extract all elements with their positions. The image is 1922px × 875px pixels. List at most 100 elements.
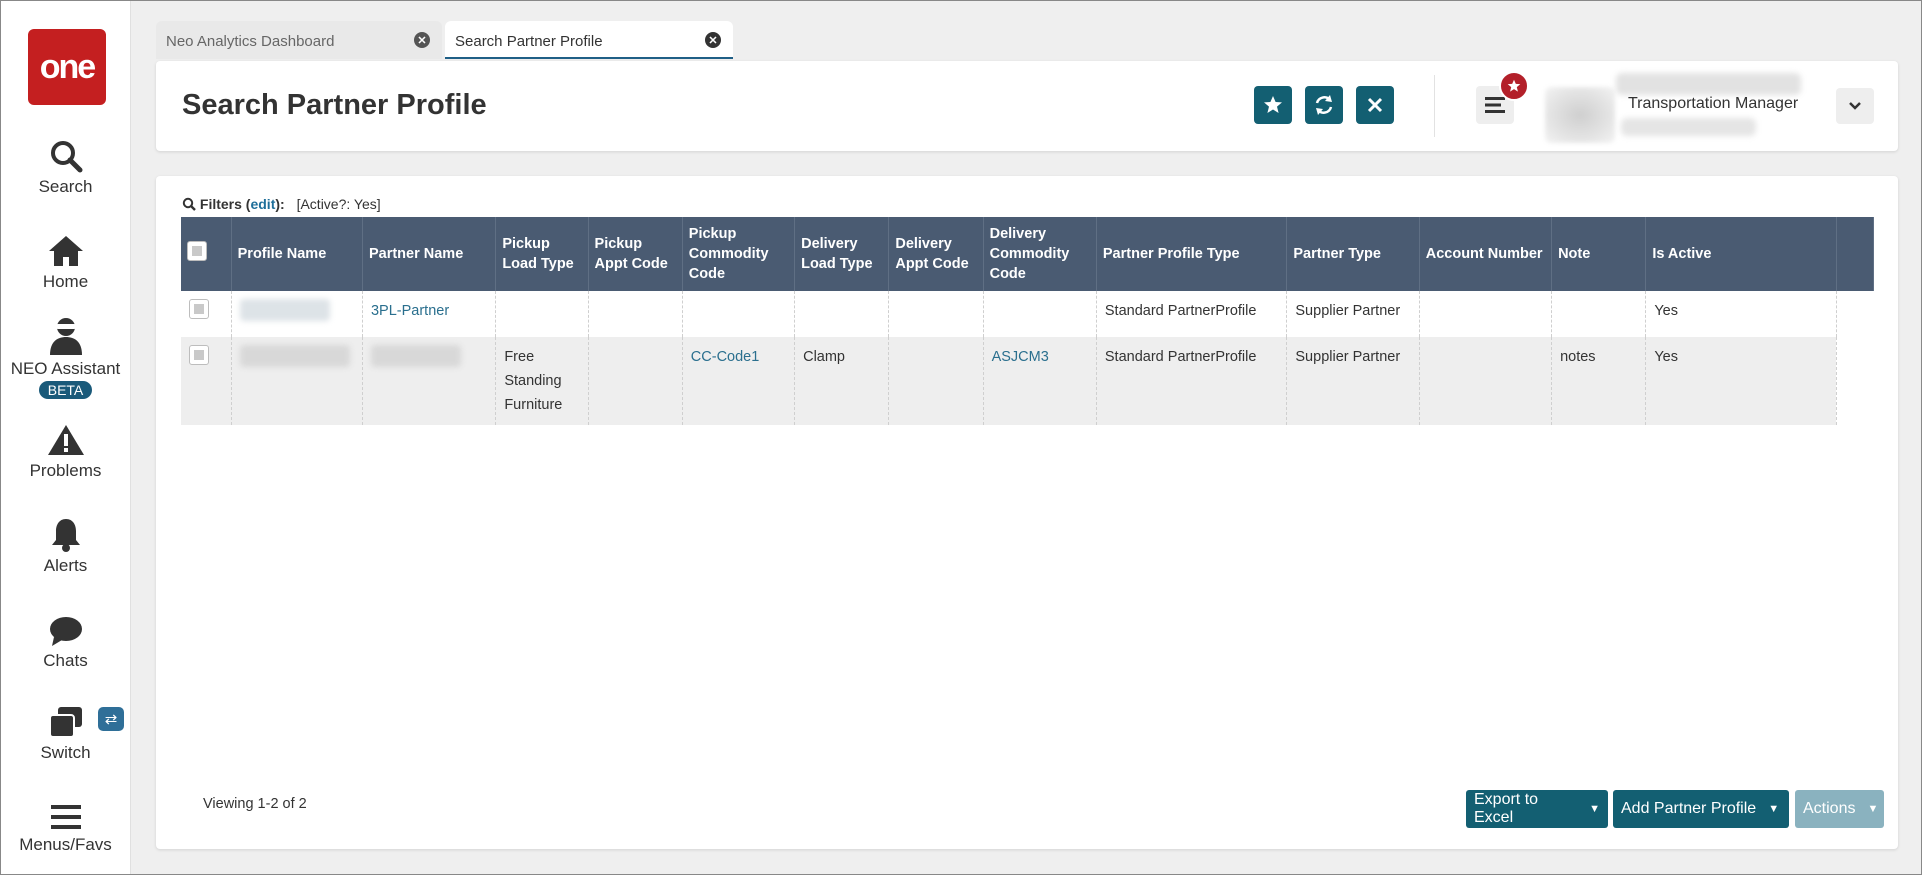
- add-label: Add Partner Profile: [1621, 800, 1757, 817]
- partner-type-cell: Supplier Partner: [1286, 291, 1420, 337]
- partner-profile-type-cell: Standard PartnerProfile: [1096, 291, 1288, 337]
- favorites-badge-icon[interactable]: [1499, 71, 1529, 101]
- sidebar-item-alerts[interactable]: Alerts: [1, 516, 130, 576]
- sidebar-item-label: NEO Assistant: [10, 359, 121, 378]
- column-header[interactable]: Delivery Appt Code: [888, 217, 984, 291]
- column-header[interactable]: Pickup Load Type: [495, 217, 589, 291]
- beta-badge: BETA: [38, 381, 93, 399]
- export-to-excel-button[interactable]: Export to Excel ▼: [1466, 790, 1608, 828]
- close-page-button[interactable]: [1356, 86, 1394, 124]
- pagination-status: Viewing 1-2 of 2: [203, 796, 307, 812]
- sidebar-item-label: Problems: [29, 461, 102, 480]
- page-title: Search Partner Profile: [182, 89, 487, 121]
- sidebar-item-search[interactable]: Search: [1, 139, 130, 197]
- column-header[interactable]: Is Active: [1645, 217, 1837, 291]
- column-header[interactable]: Partner Profile Type: [1096, 217, 1288, 291]
- delivery-appt-code-cell: [888, 291, 984, 337]
- profile-name-cell: [231, 337, 363, 425]
- actions-label: Actions: [1803, 800, 1856, 817]
- refresh-button[interactable]: [1305, 86, 1343, 124]
- page-header: Search Partner Profile Transportation Ma…: [156, 61, 1898, 151]
- sidebar-item-label: Home: [42, 272, 89, 291]
- partner-name-cell: [362, 337, 497, 425]
- note-cell: notes: [1551, 337, 1647, 425]
- table-row[interactable]: 3PL-Partner Standard PartnerProfile Supp…: [181, 291, 1874, 337]
- column-header[interactable]: Partner Name: [362, 217, 497, 291]
- account-number-cell: [1419, 337, 1553, 425]
- sidebar-item-label: Menus/Favs: [19, 835, 112, 854]
- delivery-appt-code-cell: [888, 337, 984, 425]
- table-header-row: Profile Name Partner Name Pickup Load Ty…: [181, 217, 1875, 291]
- sidebar-item-neo-assistant[interactable]: NEO Assistant BETA: [1, 315, 130, 400]
- spacer-cell: [1836, 291, 1874, 337]
- partner-name-cell: 3PL-Partner: [362, 291, 497, 337]
- delivery-commodity-code-cell: [983, 291, 1097, 337]
- is-active-cell: Yes: [1645, 291, 1837, 337]
- user-role: Transportation Manager: [1628, 95, 1799, 112]
- actions-button[interactable]: Actions ▼: [1795, 790, 1884, 828]
- column-header[interactable]: Account Number: [1419, 217, 1553, 291]
- close-icon[interactable]: ✕: [705, 32, 721, 48]
- account-number-cell: [1419, 291, 1553, 337]
- switch-arrows-icon[interactable]: ⇄: [98, 707, 124, 731]
- switch-icon: [48, 707, 82, 738]
- row-checkbox[interactable]: [189, 299, 209, 319]
- caret-down-icon[interactable]: ▼: [1589, 803, 1600, 815]
- tab-search-partner-profile[interactable]: Search Partner Profile ✕: [445, 21, 733, 59]
- column-header[interactable]: Delivery Load Type: [794, 217, 890, 291]
- filters-edit-link[interactable]: edit: [250, 196, 275, 212]
- sidebar-item-home[interactable]: Home: [1, 234, 130, 292]
- sidebar-item-menus-favs[interactable]: Menus/Favs: [1, 803, 130, 855]
- sidebar-item-chats[interactable]: Chats: [1, 615, 130, 671]
- user-org-redacted: [1621, 118, 1756, 136]
- star-icon: [1264, 96, 1282, 113]
- partner-name-link[interactable]: 3PL-Partner: [371, 303, 449, 319]
- delivery-commodity-code-link[interactable]: ASJCM3: [992, 349, 1049, 365]
- add-partner-profile-button[interactable]: Add Partner Profile ▼: [1613, 790, 1789, 828]
- is-active-cell: Yes: [1645, 337, 1837, 425]
- sidebar-item-label: Alerts: [43, 556, 88, 575]
- sidebar-item-label: Search: [38, 177, 93, 196]
- favorite-button[interactable]: [1254, 86, 1292, 124]
- user-name-redacted: [1616, 73, 1801, 95]
- warning-icon: [47, 425, 84, 455]
- column-header[interactable]: Profile Name: [231, 217, 363, 291]
- close-icon: [1367, 97, 1383, 113]
- column-header[interactable]: Partner Type: [1286, 217, 1420, 291]
- delivery-load-type-cell: Clamp: [794, 337, 890, 425]
- close-icon[interactable]: ✕: [414, 32, 430, 48]
- partner-profile-type-cell: Standard PartnerProfile: [1096, 337, 1288, 425]
- chevron-down-icon: [1849, 102, 1861, 110]
- user-menu-dropdown[interactable]: [1836, 88, 1874, 124]
- hamburger-icon: [1485, 97, 1505, 113]
- pickup-commodity-code-link[interactable]: CC-Code1: [691, 349, 760, 365]
- row-select-cell: [181, 291, 232, 337]
- partner-profile-table: Profile Name Partner Name Pickup Load Ty…: [181, 217, 1875, 425]
- app-logo[interactable]: one: [28, 29, 106, 105]
- select-all-checkbox[interactable]: [187, 241, 207, 261]
- chat-icon: [49, 617, 82, 646]
- bell-icon: [51, 519, 80, 552]
- partner-name-redacted: [370, 345, 461, 367]
- avatar[interactable]: [1545, 87, 1615, 143]
- tab-label: Neo Analytics Dashboard: [166, 33, 335, 50]
- delivery-load-type-cell: [794, 291, 890, 337]
- search-icon: [182, 197, 196, 211]
- pickup-load-type-cell: Free Standing Furniture: [495, 337, 589, 425]
- caret-down-icon[interactable]: ▼: [1768, 803, 1779, 815]
- pickup-load-type-cell: [495, 291, 589, 337]
- row-select-cell: [181, 337, 232, 425]
- column-header[interactable]: Delivery Commodity Code: [983, 217, 1097, 291]
- sidebar-item-label: Switch: [40, 743, 91, 762]
- column-header-spacer: [1836, 217, 1875, 291]
- sidebar-item-problems[interactable]: Problems: [1, 423, 130, 481]
- column-header[interactable]: Note: [1551, 217, 1647, 291]
- column-header[interactable]: Pickup Appt Code: [588, 217, 683, 291]
- table-row[interactable]: Free Standing Furniture CC-Code1 Clamp A…: [181, 337, 1874, 425]
- column-header[interactable]: Pickup Commodity Code: [682, 217, 796, 291]
- tab-neo-analytics-dashboard[interactable]: Neo Analytics Dashboard ✕: [156, 21, 442, 59]
- filters-label: Filters: [199, 196, 242, 212]
- profile-name-redacted: [239, 345, 350, 367]
- partner-type-cell: Supplier Partner: [1286, 337, 1420, 425]
- row-checkbox[interactable]: [189, 345, 209, 365]
